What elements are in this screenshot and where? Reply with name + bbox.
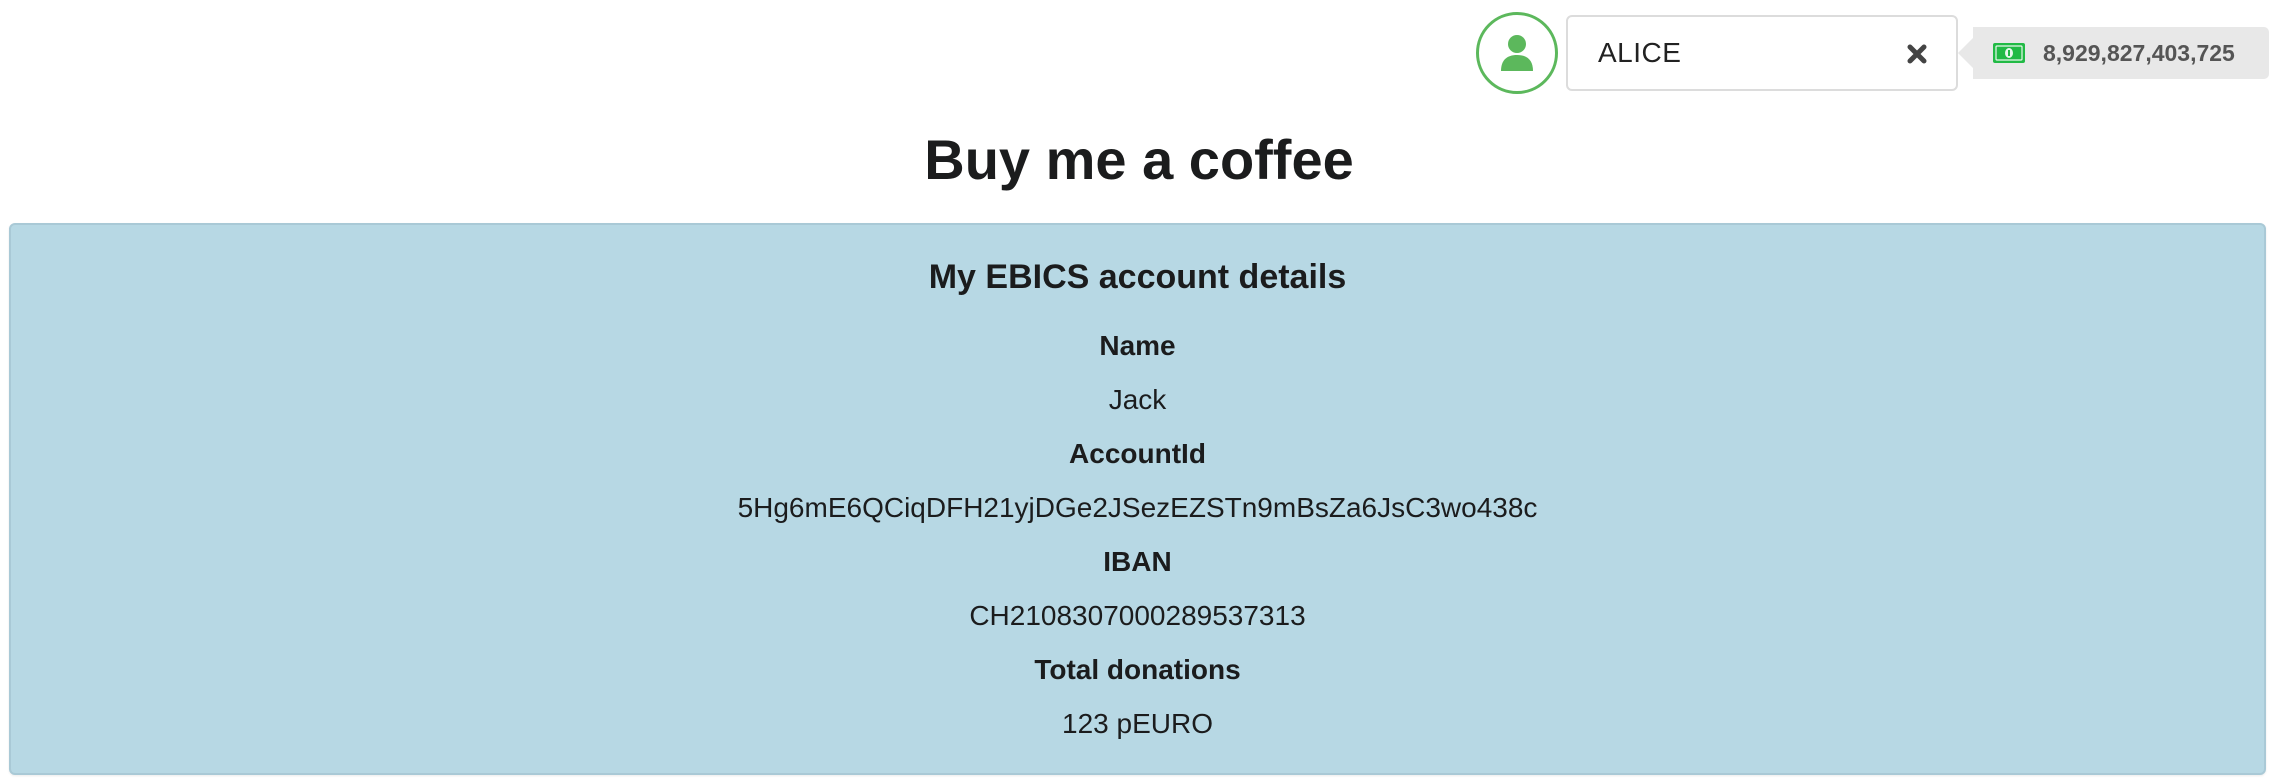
top-bar: ALICE 8,929,827,403,725 xyxy=(0,0,2278,110)
iban-value: CH2108307000289537313 xyxy=(969,600,1306,631)
total-donations-label: Total donations xyxy=(1034,654,1241,685)
name-value: Jack xyxy=(1108,384,1167,415)
page-title: Buy me a coffee xyxy=(924,128,1354,191)
user-icon xyxy=(1500,34,1534,72)
account-avatar[interactable] xyxy=(1476,12,1558,94)
account-selector-value: ALICE xyxy=(1598,37,1682,68)
account-selector[interactable]: ALICE xyxy=(1566,15,1958,91)
total-donations-value: 123 pEURO xyxy=(1062,708,1213,739)
panel-heading: My EBICS account details xyxy=(928,258,1347,296)
account-id-value: 5Hg6mE6QCiqDFH21yjDGe2JSezEZSTn9mBsZa6Js… xyxy=(737,492,1538,523)
balance-label: 8,929,827,403,725 xyxy=(1958,27,2269,79)
balance-amount: 8,929,827,403,725 xyxy=(2043,39,2235,66)
iban-label: IBAN xyxy=(1103,546,1172,577)
money-bill-icon xyxy=(1993,43,2025,63)
name-label: Name xyxy=(1099,330,1176,361)
account-id-label: AccountId xyxy=(1069,438,1206,469)
close-icon[interactable] xyxy=(1902,39,1932,69)
account-details-panel: My EBICS account details Name Jack Accou… xyxy=(9,223,2266,775)
